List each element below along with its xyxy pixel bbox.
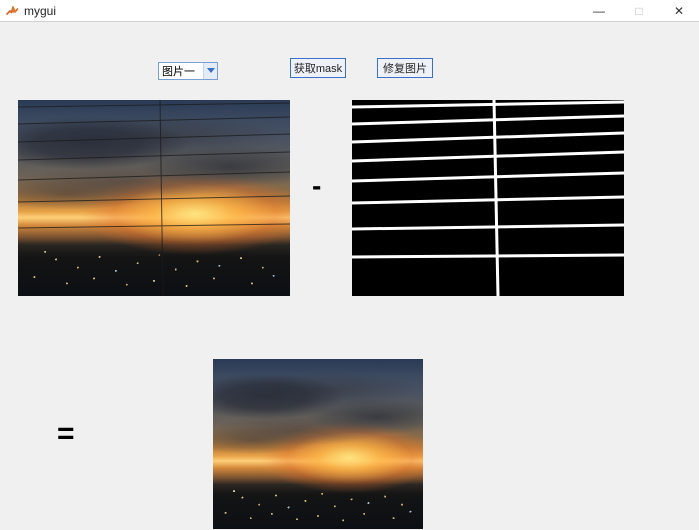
get-mask-button-label: 获取mask: [294, 60, 342, 76]
dropdown-selected-label: 图片一: [162, 63, 195, 79]
image-select-dropdown[interactable]: 图片一: [158, 62, 218, 80]
close-icon: ✕: [674, 4, 684, 18]
wires-overlay: [18, 100, 290, 296]
maximize-button[interactable]: □: [619, 0, 659, 22]
minimize-icon: —: [593, 4, 605, 18]
result-image-panel: [213, 359, 423, 529]
repair-image-button[interactable]: 修复图片: [377, 58, 433, 78]
equals-symbol: =: [57, 417, 74, 451]
repair-image-button-label: 修复图片: [383, 60, 427, 76]
mask-image-panel: [352, 100, 624, 296]
original-image-panel: [18, 100, 290, 296]
client-area: 图片一 获取mask 修复图片 - =: [0, 22, 699, 530]
minus-symbol: -: [312, 170, 321, 202]
get-mask-button[interactable]: 获取mask: [290, 58, 346, 78]
city-lights-layer: [213, 475, 423, 529]
chevron-down-icon: [203, 63, 217, 79]
window-titlebar: mygui — □ ✕: [0, 0, 699, 22]
matlab-logo-icon: [4, 3, 20, 19]
minimize-button[interactable]: —: [579, 0, 619, 22]
maximize-icon: □: [635, 4, 642, 18]
close-button[interactable]: ✕: [659, 0, 699, 22]
mask-content: [352, 100, 624, 296]
window-title: mygui: [24, 4, 56, 18]
